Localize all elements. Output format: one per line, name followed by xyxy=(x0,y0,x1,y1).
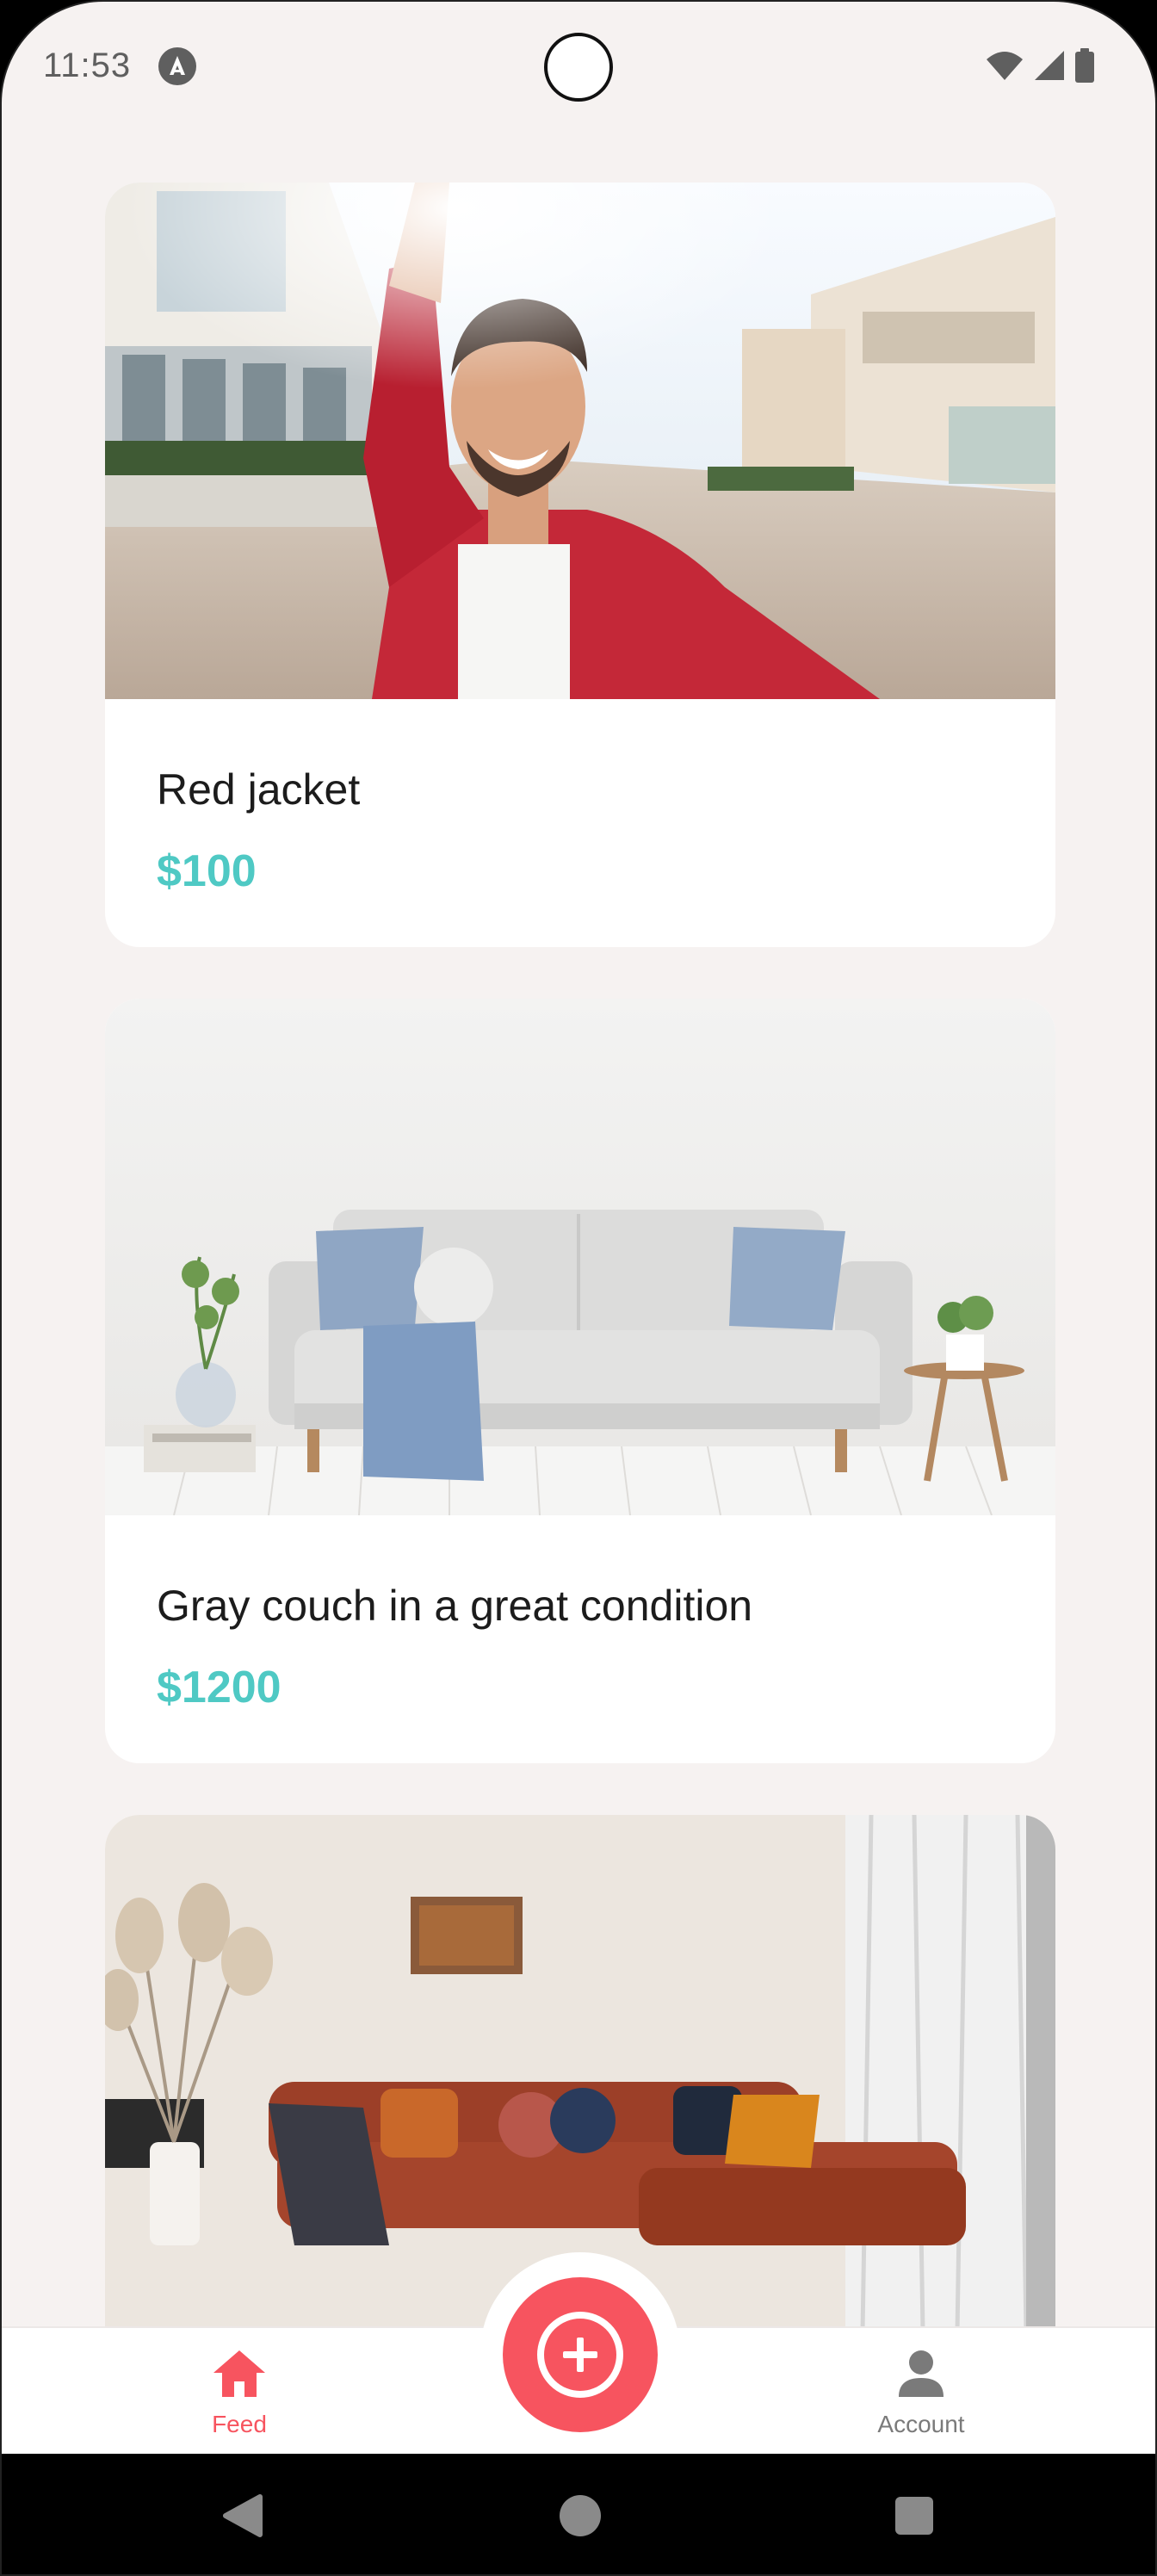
cell-signal-icon xyxy=(1035,51,1064,80)
listing-price: $100 xyxy=(157,846,257,896)
nav-label-feed: Feed xyxy=(212,2411,267,2437)
nav-item-feed[interactable]: Feed xyxy=(110,2328,368,2455)
add-listing-button[interactable] xyxy=(503,2277,658,2432)
nav-label-account: Account xyxy=(877,2411,965,2437)
home-icon xyxy=(213,2350,265,2397)
status-time: 11:53 xyxy=(43,46,132,84)
status-bar: 11:53 xyxy=(2,2,1155,131)
app-screen: 11:53 Red jacket $100 Gray couch in a gr… xyxy=(0,0,1157,2576)
battery-icon xyxy=(1075,48,1094,83)
listing-card[interactable] xyxy=(105,1815,1055,2326)
status-indicators xyxy=(985,48,1095,83)
listing-title: Red jacket xyxy=(157,765,361,814)
nav-item-account[interactable]: Account xyxy=(792,2328,1050,2455)
listing-card[interactable]: Red jacket $100 xyxy=(105,183,1055,947)
system-navigation-bar xyxy=(2,2454,1155,2574)
wifi-icon xyxy=(987,52,1023,80)
square-recents-icon[interactable] xyxy=(894,2495,935,2536)
listing-photo xyxy=(105,1815,1055,2326)
app-notification-icon xyxy=(158,47,196,85)
add-circle-icon xyxy=(537,2312,623,2398)
feed-list[interactable]: Red jacket $100 Gray couch in a great co… xyxy=(2,131,1155,2326)
triangle-back-icon[interactable] xyxy=(222,2493,265,2538)
device-frame: 11:53 Red jacket $100 Gray couch in a gr… xyxy=(0,0,1157,2576)
listing-photo xyxy=(105,999,1055,1515)
listing-photo xyxy=(105,183,1055,699)
person-icon xyxy=(899,2350,944,2397)
circle-home-icon[interactable] xyxy=(558,2493,603,2538)
listing-title: Gray couch in a great condition xyxy=(157,1582,753,1630)
listing-card[interactable]: Gray couch in a great condition $1200 xyxy=(105,999,1055,1763)
listing-price: $1200 xyxy=(157,1663,282,1712)
camera-cutout xyxy=(544,33,613,102)
